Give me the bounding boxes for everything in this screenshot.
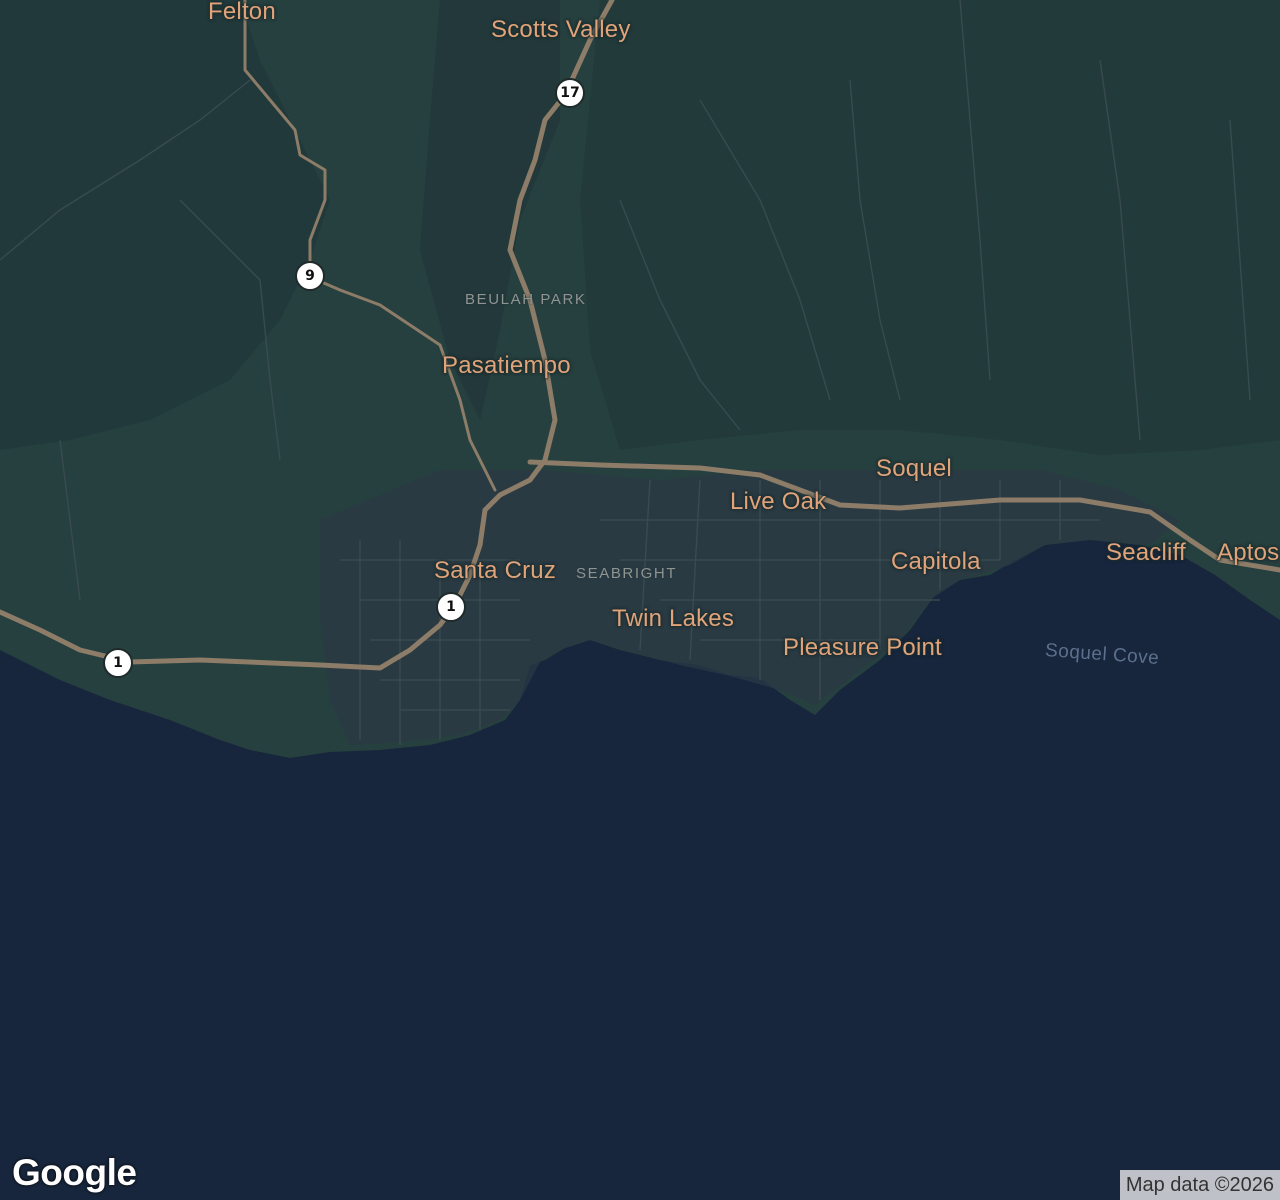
- route-shield-9: 9: [295, 261, 325, 291]
- place-label-live-oak[interactable]: Live Oak: [730, 488, 826, 516]
- map-base-layer: [0, 0, 1280, 758]
- map-canvas[interactable]: Felton Scotts Valley Pasatiempo Soquel L…: [0, 0, 1280, 1200]
- forest-area: [580, 0, 1280, 455]
- place-label-seacliff[interactable]: Seacliff: [1106, 539, 1186, 567]
- place-label-capitola[interactable]: Capitola: [891, 548, 981, 576]
- place-label-pleasure-point[interactable]: Pleasure Point: [783, 634, 942, 662]
- route-shield-1: 1: [436, 592, 466, 622]
- place-label-soquel[interactable]: Soquel: [876, 455, 952, 483]
- place-label-felton[interactable]: Felton: [208, 0, 276, 26]
- route-shield-17: 17: [555, 78, 585, 108]
- place-label-twin-lakes[interactable]: Twin Lakes: [612, 605, 734, 633]
- neighborhood-label-beulah-park: BEULAH PARK: [465, 291, 587, 308]
- google-logo[interactable]: Google: [12, 1152, 137, 1194]
- place-label-aptos[interactable]: Aptos: [1217, 539, 1279, 567]
- place-label-pasatiempo[interactable]: Pasatiempo: [442, 352, 571, 380]
- map-attribution[interactable]: Map data ©2026: [1119, 1170, 1280, 1200]
- place-label-scotts-valley[interactable]: Scotts Valley: [491, 16, 631, 44]
- route-shield-1: 1: [103, 648, 133, 678]
- neighborhood-label-seabright: SEABRIGHT: [576, 565, 678, 582]
- place-label-santa-cruz[interactable]: Santa Cruz: [434, 557, 556, 585]
